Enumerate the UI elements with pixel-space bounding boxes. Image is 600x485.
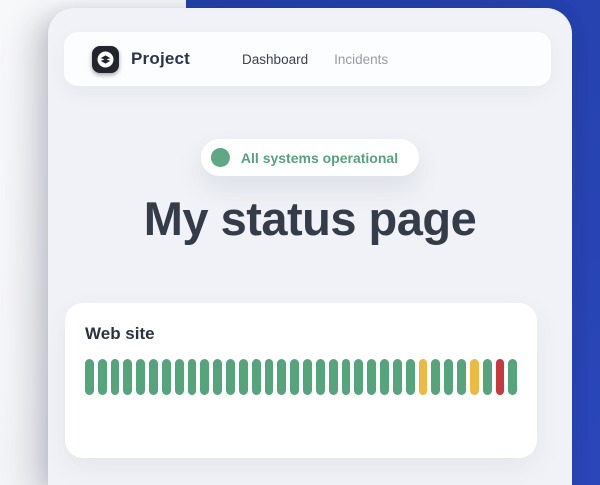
logo-icon bbox=[92, 46, 119, 73]
page-title: My status page bbox=[48, 191, 572, 246]
uptime-bar-up[interactable] bbox=[98, 359, 107, 395]
uptime-bar-up[interactable] bbox=[239, 359, 248, 395]
uptime-bar-up[interactable] bbox=[406, 359, 415, 395]
uptime-bar-up[interactable] bbox=[162, 359, 171, 395]
uptime-bar-up[interactable] bbox=[85, 359, 94, 395]
uptime-bar-up[interactable] bbox=[431, 359, 440, 395]
uptime-bar-up[interactable] bbox=[354, 359, 363, 395]
uptime-bar-degraded[interactable] bbox=[419, 359, 428, 395]
main-nav: Dashboard Incidents bbox=[242, 52, 388, 67]
nav-item-dashboard[interactable]: Dashboard bbox=[242, 52, 308, 67]
uptime-bar-up[interactable] bbox=[111, 359, 120, 395]
monitor-card: Web site bbox=[65, 303, 537, 458]
uptime-bar-up[interactable] bbox=[316, 359, 325, 395]
uptime-bar-up[interactable] bbox=[265, 359, 274, 395]
uptime-bar-up[interactable] bbox=[200, 359, 209, 395]
uptime-bar-up[interactable] bbox=[123, 359, 132, 395]
uptime-bar-up[interactable] bbox=[149, 359, 158, 395]
uptime-bar-up[interactable] bbox=[290, 359, 299, 395]
uptime-bar-up[interactable] bbox=[277, 359, 286, 395]
header-bar: Project Dashboard Incidents bbox=[64, 32, 551, 86]
uptime-bar-up[interactable] bbox=[226, 359, 235, 395]
nav-item-incidents[interactable]: Incidents bbox=[334, 52, 388, 67]
brand-name: Project bbox=[131, 49, 190, 69]
status-banner: All systems operational bbox=[201, 139, 419, 176]
uptime-bar-up[interactable] bbox=[213, 359, 222, 395]
uptime-bar-up[interactable] bbox=[508, 359, 517, 395]
uptime-bar-up[interactable] bbox=[175, 359, 184, 395]
uptime-bar-up[interactable] bbox=[252, 359, 261, 395]
uptime-bar-degraded[interactable] bbox=[470, 359, 479, 395]
uptime-bar-down[interactable] bbox=[496, 359, 505, 395]
uptime-bar-up[interactable] bbox=[367, 359, 376, 395]
status-page-panel: Project Dashboard Incidents All systems … bbox=[48, 8, 572, 485]
uptime-bars bbox=[85, 359, 517, 395]
uptime-bar-up[interactable] bbox=[188, 359, 197, 395]
uptime-bar-up[interactable] bbox=[136, 359, 145, 395]
uptime-bar-up[interactable] bbox=[393, 359, 402, 395]
monitor-name: Web site bbox=[85, 324, 517, 344]
uptime-bar-up[interactable] bbox=[457, 359, 466, 395]
green-status-dot-icon bbox=[211, 148, 230, 167]
uptime-bar-up[interactable] bbox=[380, 359, 389, 395]
uptime-bar-up[interactable] bbox=[303, 359, 312, 395]
uptime-bar-up[interactable] bbox=[342, 359, 351, 395]
status-banner-label: All systems operational bbox=[241, 150, 398, 166]
uptime-bar-up[interactable] bbox=[444, 359, 453, 395]
uptime-bar-up[interactable] bbox=[483, 359, 492, 395]
uptime-bar-up[interactable] bbox=[329, 359, 338, 395]
